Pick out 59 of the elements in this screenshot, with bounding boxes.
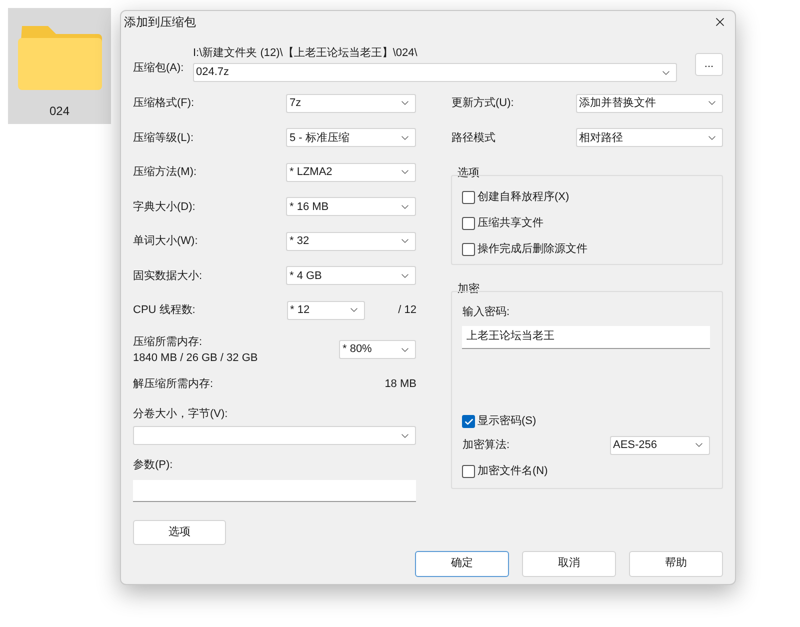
dropdown[interactable]: 024.7z (193, 63, 677, 82)
field-label: 压缩方法(M): (133, 164, 197, 180)
dropdown[interactable]: AES-256 (610, 436, 710, 454)
dropdown[interactable]: 5 - 标准压缩 (286, 128, 416, 148)
dropdown[interactable]: * 12 (287, 300, 365, 320)
field-label: 压缩格式(F): (133, 96, 194, 111)
field-label: 字典大小(D): (133, 200, 196, 214)
dialog-button[interactable]: 确定 (415, 550, 509, 576)
field-label: CPU 线程数: (133, 303, 196, 318)
checkbox[interactable] (462, 465, 476, 478)
checkbox-row[interactable]: 加密文件名(N) (462, 462, 710, 480)
checkbox-label: 显示密码(S) (477, 414, 536, 430)
folder-tile[interactable]: 024 (8, 8, 111, 124)
checkbox-label: 操作完成后删除源文件 (477, 242, 588, 257)
dialog-button[interactable]: 帮助 (629, 550, 723, 576)
dropdown[interactable]: 相对路径 (576, 128, 723, 148)
window-title: 添加到压缩包 (124, 14, 196, 31)
field-label: 压缩等级(L): (133, 130, 194, 146)
checkbox[interactable] (462, 415, 476, 428)
checkbox-label: 创建自释放程序(X) (477, 190, 570, 205)
dropdown[interactable]: * 32 (286, 232, 416, 251)
field-label: 输入密码: (462, 304, 511, 320)
checkbox-row[interactable]: 创建自释放程序(X) (462, 188, 722, 206)
checkbox-row[interactable]: 压缩共享文件 (462, 214, 722, 232)
check-icon (464, 416, 474, 426)
checkbox-label: 加密文件名(N) (477, 464, 548, 480)
memory-usage: 1840 MB / 26 GB / 32 GB (133, 350, 258, 366)
dropdown[interactable]: * 80% (339, 340, 416, 359)
checkbox[interactable] (462, 190, 476, 204)
folder-name: 024 (49, 103, 70, 120)
field-label: 路径模式 (451, 130, 496, 146)
field-label: 压缩包(A): (133, 60, 185, 76)
checkbox-row[interactable]: 操作完成后删除源文件 (462, 240, 722, 258)
archive-path: I:\新建文件夹 (12)\【上老王论坛当老王】\024\ (193, 46, 418, 61)
field-label: 单词大小(W): (133, 234, 198, 249)
checkbox-row[interactable]: 显示密码(S) (462, 412, 710, 430)
thread-total: / 12 (398, 303, 416, 318)
field-label: 压缩所需内存: (133, 334, 204, 350)
browse-button[interactable]: ... (695, 53, 723, 76)
dropdown[interactable]: * 16 MB (286, 197, 416, 216)
close-icon[interactable] (713, 15, 727, 29)
field-label: 加密算法: (462, 438, 510, 453)
dropdown[interactable]: 添加并替换文件 (576, 94, 723, 113)
dialog-button[interactable]: 取消 (522, 550, 616, 576)
dropdown[interactable]: * LZMA2 (286, 162, 416, 182)
field-label: 固实数据大小: (133, 268, 202, 284)
password-field[interactable]: 上老王论坛当老王 (462, 326, 710, 348)
checkbox[interactable] (462, 242, 476, 256)
dropdown[interactable]: * 4 GB (286, 266, 416, 286)
field-label: 参数(P): (133, 458, 174, 473)
options-button[interactable]: 选项 (133, 520, 226, 544)
checkbox-label: 压缩共享文件 (477, 216, 544, 231)
field-label: 解压缩所需内存: (133, 376, 214, 392)
field-label: 更新方式(U): (451, 96, 514, 111)
dropdown[interactable]: 7z (286, 94, 416, 113)
memory-value: 18 MB (384, 377, 416, 392)
input-field[interactable] (133, 480, 416, 502)
checkbox[interactable] (462, 216, 476, 230)
field-label: 分卷大小，字节(V): (133, 406, 229, 422)
